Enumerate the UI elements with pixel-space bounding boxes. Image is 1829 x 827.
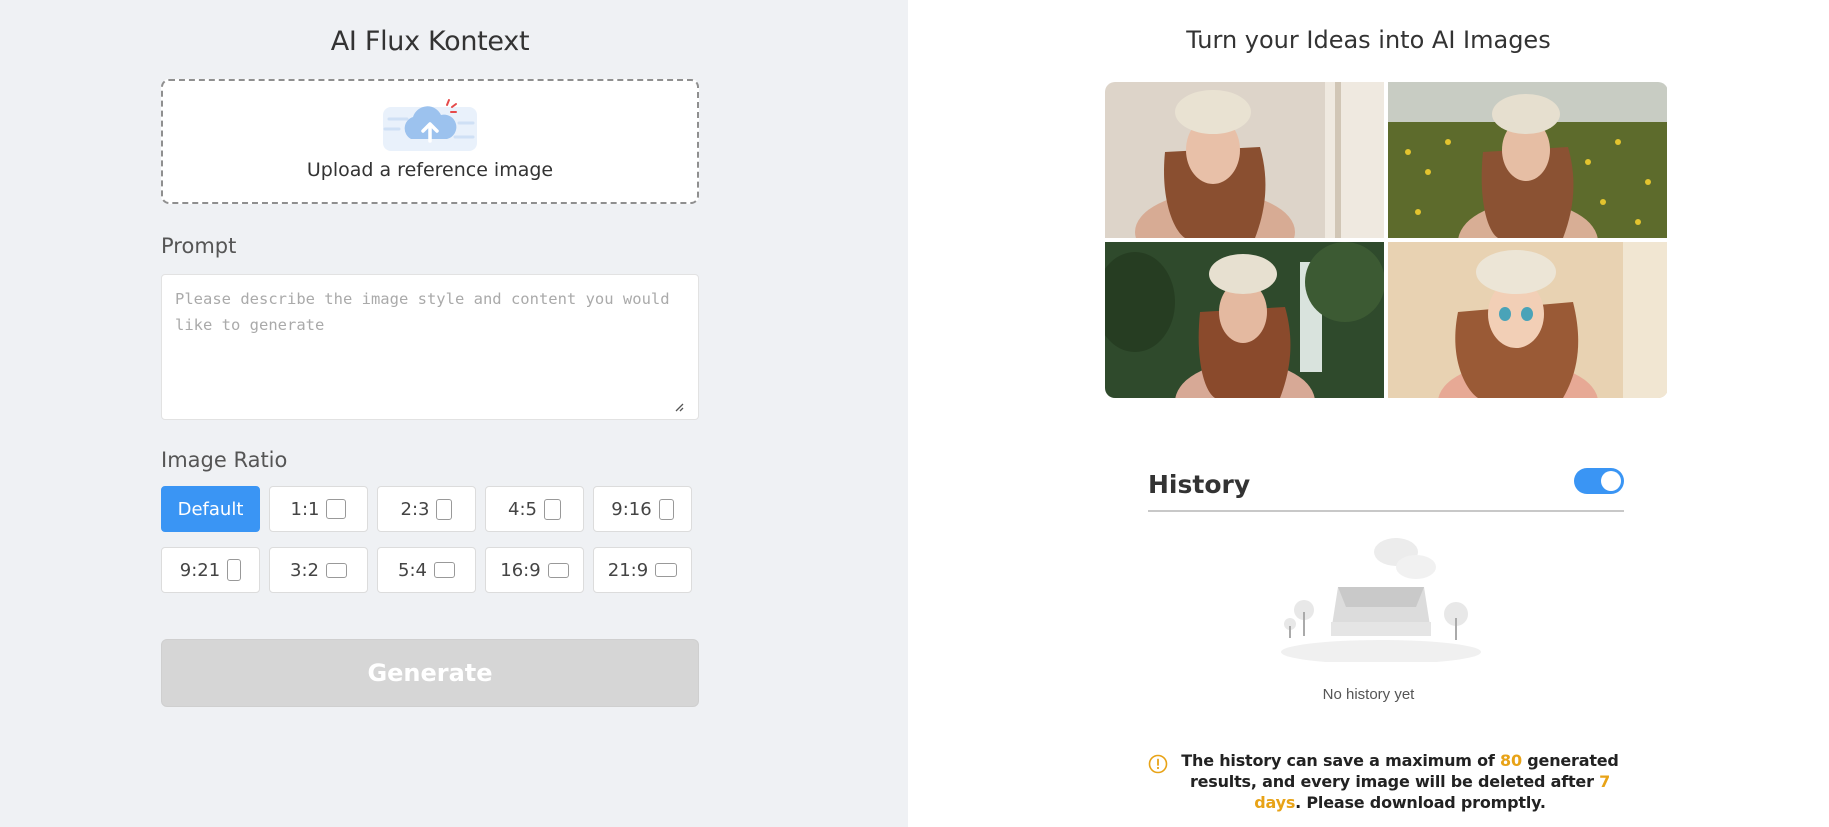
ratio-option-3-2[interactable]: 3:2 [269, 547, 368, 593]
history-notice: The history can save a maximum of 80 gen… [1148, 750, 1624, 813]
resize-handle-icon[interactable] [674, 402, 684, 412]
sample-gallery [1105, 82, 1668, 398]
ratio-option-9-16[interactable]: 9:16 [593, 486, 692, 532]
ratio-option-1-1[interactable]: 1:1 [269, 486, 368, 532]
cloud-upload-icon [383, 99, 477, 151]
ratio-options: Default 1:1 2:3 4:5 9:16 9:21 3:2 5:4 16… [161, 486, 699, 593]
notice-text: The history can save a maximum of 80 gen… [1176, 750, 1624, 813]
empty-history-text: No history yet [1322, 686, 1415, 703]
warning-circle-icon [1148, 754, 1168, 774]
history-title: History [1148, 470, 1251, 499]
ratio-portrait-icon [436, 498, 453, 520]
empty-box-icon [1281, 538, 1481, 662]
right-panel: Turn your Ideas into AI Images History N… [908, 0, 1829, 827]
generate-button[interactable]: Generate [161, 639, 699, 707]
ratio-option-default[interactable]: Default [161, 486, 260, 532]
page: AI Flux Kontext Upload a reference image… [0, 0, 1829, 827]
ratio-square-icon [326, 499, 347, 519]
ratio-landscape-icon [655, 563, 678, 577]
left-panel: AI Flux Kontext Upload a reference image… [0, 0, 908, 827]
history-toggle[interactable] [1574, 468, 1624, 494]
ratio-landscape-icon [547, 562, 569, 578]
ratio-portrait-icon [658, 498, 674, 520]
ratio-portrait-icon [227, 559, 242, 581]
upload-label: Upload a reference image [306, 159, 554, 181]
ratio-portrait-icon [543, 498, 561, 520]
upload-dropzone[interactable]: Upload a reference image [161, 79, 699, 204]
ratio-option-label: 21:9 [607, 559, 649, 581]
generator-form: AI Flux Kontext Upload a reference image… [161, 0, 699, 707]
ratio-option-label: 9:16 [611, 498, 652, 520]
sample-photo-indoor [1105, 82, 1384, 238]
sample-photo-waterfall [1105, 242, 1384, 398]
ratio-option-5-4[interactable]: 5:4 [377, 547, 476, 593]
notice-part1: The history can save a maximum of [1181, 751, 1501, 770]
ratio-option-9-21[interactable]: 9:21 [161, 547, 260, 593]
ratio-option-label: 2:3 [400, 498, 430, 520]
toggle-knob [1601, 471, 1621, 491]
notice-part3: . Please download promptly. [1295, 793, 1546, 812]
sample-anime-style [1388, 242, 1667, 398]
ratio-option-21-9[interactable]: 21:9 [593, 547, 692, 593]
page-title: AI Flux Kontext [330, 26, 530, 57]
ratio-option-label: 1:1 [290, 498, 320, 520]
notice-max-count: 80 [1500, 751, 1522, 770]
prompt-input[interactable] [175, 286, 685, 408]
ratio-option-label: 5:4 [398, 559, 427, 581]
ratio-option-label: 16:9 [500, 559, 541, 581]
ratio-option-4-5[interactable]: 4:5 [485, 486, 584, 532]
ratio-landscape-icon [433, 562, 455, 578]
ratio-option-16-9[interactable]: 16:9 [485, 547, 584, 593]
ratio-option-label: 4:5 [508, 498, 537, 520]
prompt-field-container [161, 274, 699, 420]
prompt-label: Prompt [161, 234, 237, 258]
image-ratio-label: Image Ratio [161, 448, 288, 472]
ratio-option-label: 3:2 [290, 559, 319, 581]
ratio-option-label: 9:21 [179, 559, 221, 581]
ratio-landscape-icon [325, 562, 347, 578]
ratio-option-2-3[interactable]: 2:3 [377, 486, 476, 532]
history-header: History [1148, 466, 1624, 512]
ratio-option-label: Default [177, 498, 244, 520]
showcase-title: Turn your Ideas into AI Images [1186, 26, 1551, 54]
sample-photo-flower-field [1388, 82, 1667, 238]
